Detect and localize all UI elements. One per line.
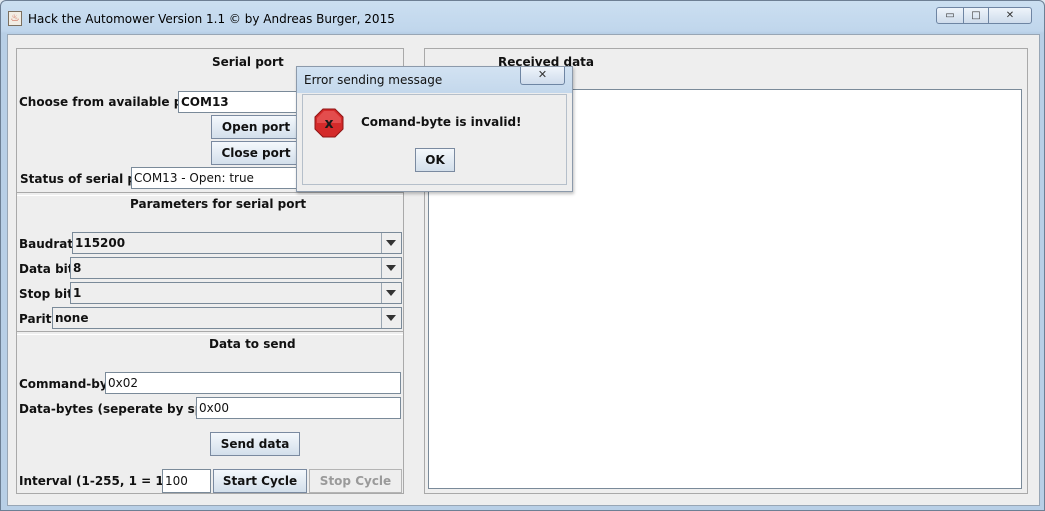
title-bar[interactable]: ♨ Hack the Automower Version 1.1 © by An…	[1, 1, 1044, 35]
dialog-message: Comand-byte is invalid!	[361, 115, 522, 129]
send-data-button[interactable]: Send data	[210, 432, 300, 456]
window-title: Hack the Automower Version 1.1 © by Andr…	[28, 12, 395, 26]
error-icon: x	[314, 108, 344, 138]
dialog-title: Error sending message	[304, 73, 443, 87]
status-field: COM13 - Open: true	[131, 167, 301, 189]
baudrate-value: 115200	[75, 236, 126, 250]
maximize-button[interactable]: □	[963, 7, 989, 24]
chevron-down-icon[interactable]	[381, 308, 401, 328]
databits-select[interactable]: 8	[70, 257, 402, 279]
error-dialog: Error sending message ✕ x Comand-byte is…	[296, 66, 573, 192]
open-port-button[interactable]: Open port	[211, 115, 301, 139]
serial-port-title: Serial port	[212, 55, 284, 69]
interval-input[interactable]: 100	[162, 469, 211, 493]
error-icon-glyph: x	[324, 116, 333, 132]
close-port-button[interactable]: Close port	[211, 141, 301, 165]
stopbits-value: 1	[73, 286, 82, 300]
parameters-title: Parameters for serial port	[130, 197, 307, 211]
dialog-body: x Comand-byte is invalid! OK	[302, 94, 567, 185]
minimize-button[interactable]: ▭	[936, 7, 964, 24]
close-window-button[interactable]: ✕	[988, 7, 1032, 24]
data-to-send-title: Data to send	[209, 337, 296, 351]
parity-value: none	[55, 311, 89, 325]
chevron-down-icon[interactable]	[381, 258, 401, 278]
stop-cycle-button[interactable]: Stop Cycle	[309, 469, 402, 493]
dialog-title-bar[interactable]: Error sending message ✕	[297, 67, 572, 93]
port-select[interactable]: COM13	[178, 91, 304, 113]
baudrate-select[interactable]: 115200	[72, 232, 402, 254]
ok-button[interactable]: OK	[415, 148, 455, 172]
window-controls: ▭ □ ✕	[936, 7, 1036, 25]
databits-value: 8	[73, 261, 82, 275]
dialog-close-button[interactable]: ✕	[520, 67, 565, 85]
chevron-down-icon[interactable]	[381, 283, 401, 303]
divider	[17, 192, 403, 196]
java-cup-icon: ♨	[8, 11, 22, 26]
divider	[17, 331, 403, 335]
parity-select[interactable]: none	[52, 307, 402, 329]
command-byte-input[interactable]: 0x02	[105, 372, 401, 394]
chevron-down-icon[interactable]	[381, 233, 401, 253]
stopbits-select[interactable]: 1	[70, 282, 402, 304]
start-cycle-button[interactable]: Start Cycle	[213, 469, 307, 493]
data-bytes-input[interactable]: 0x00	[196, 397, 401, 419]
